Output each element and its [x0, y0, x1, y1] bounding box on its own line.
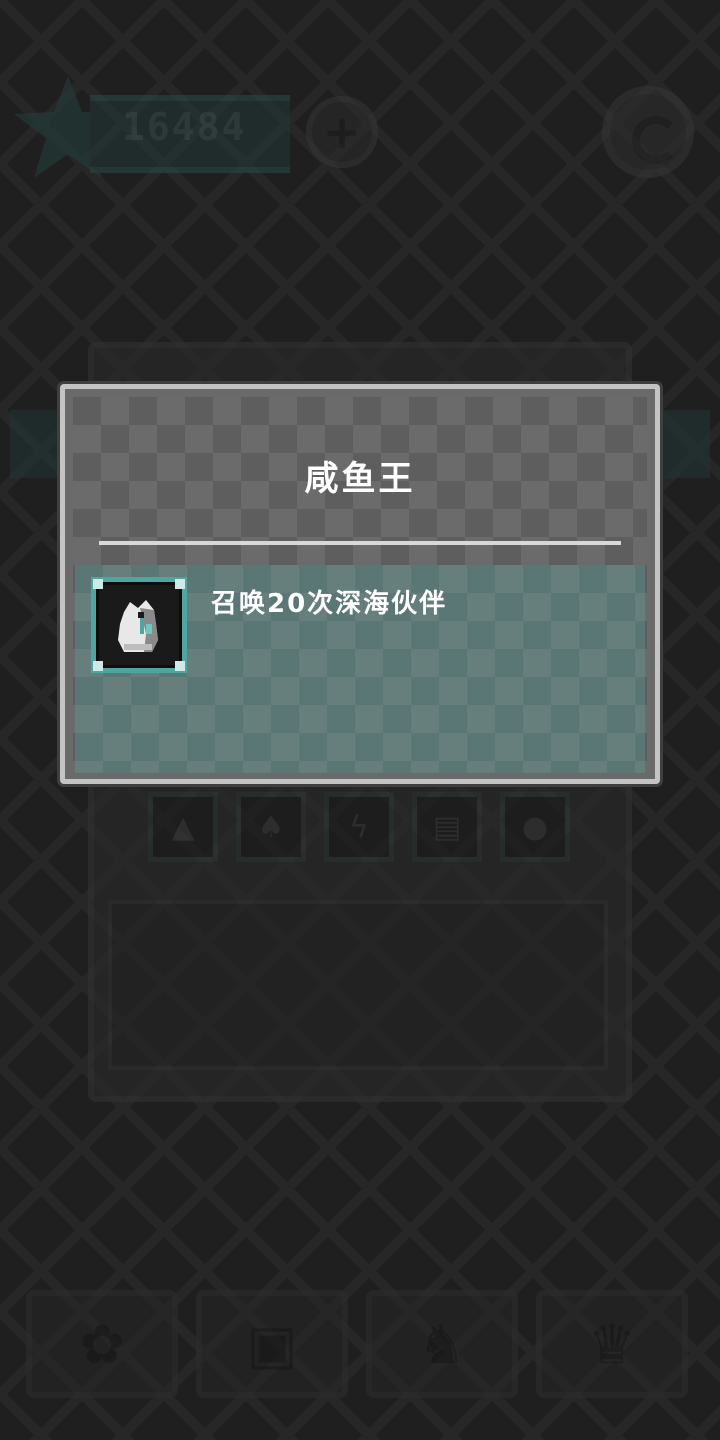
item-slot-row: ▲ ♠ ϟ ▤ ● — [148, 792, 570, 862]
monster-icon: ♞ — [417, 1312, 467, 1376]
tent-icon[interactable]: ▲ — [148, 792, 218, 862]
achievement-entry: 召唤20次深海伙伴 — [75, 565, 645, 773]
lightning-icon[interactable]: ϟ — [324, 792, 394, 862]
plus-icon: + — [322, 105, 362, 159]
character-icon: ✿ — [79, 1312, 125, 1376]
tab-character[interactable]: ✿ — [26, 1290, 178, 1398]
beast-icon[interactable]: ♠ — [236, 792, 306, 862]
card-icon[interactable]: ▤ — [412, 792, 482, 862]
trophy-icon: ♛ — [587, 1312, 637, 1376]
achievement-description: 召唤20次深海伙伴 — [211, 589, 448, 619]
chest-icon: ▣ — [246, 1312, 298, 1376]
tab-trophy[interactable]: ♛ — [536, 1290, 688, 1398]
achievement-dialog[interactable]: 咸鱼王 召唤20次深海伙伴 — [60, 384, 660, 784]
tab-monster[interactable]: ♞ — [366, 1290, 518, 1398]
add-currency-button[interactable]: + — [306, 96, 378, 168]
tab-chest[interactable]: ▣ — [196, 1290, 348, 1398]
bottom-nav: ✿ ▣ ♞ ♛ — [26, 1290, 688, 1398]
score-value: 16484 — [122, 105, 247, 149]
background-panel-inner — [108, 900, 608, 1070]
dialog-divider — [99, 541, 621, 545]
spiral-menu-button[interactable] — [602, 86, 694, 178]
achievement-icon-frame — [91, 577, 187, 673]
dialog-title: 咸鱼王 — [304, 459, 416, 499]
deep-sea-companion-icon — [118, 600, 158, 652]
orb-icon[interactable]: ● — [500, 792, 570, 862]
